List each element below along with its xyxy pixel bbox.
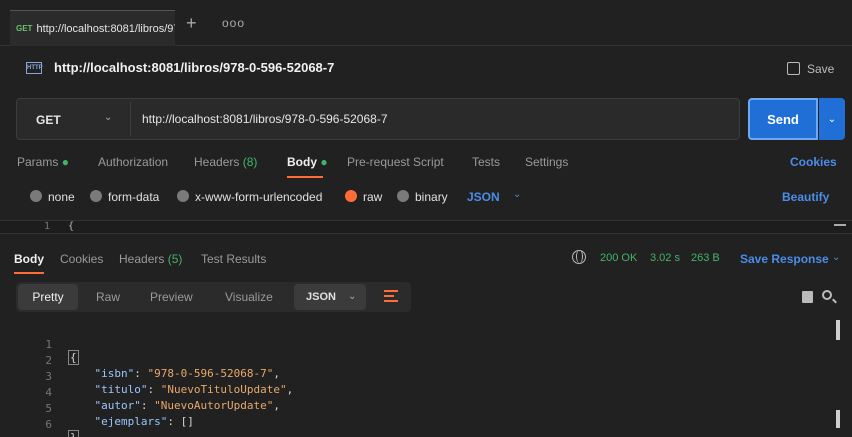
search-icon[interactable] bbox=[822, 290, 832, 300]
active-tab-underline bbox=[287, 176, 323, 178]
format-visualize-button[interactable]: Visualize bbox=[225, 290, 273, 304]
url-input[interactable] bbox=[142, 106, 722, 132]
response-time[interactable]: 3.02 s bbox=[650, 252, 680, 264]
tab-headers[interactable]: Headers (8) bbox=[194, 155, 257, 169]
format-raw-button[interactable]: Raw bbox=[96, 290, 120, 304]
response-tab-body[interactable]: Body bbox=[14, 252, 44, 266]
code-line: 6 } bbox=[0, 405, 800, 437]
response-headers-count: (5) bbox=[167, 252, 183, 266]
format-preview-button[interactable]: Preview bbox=[150, 290, 193, 304]
chevron-down-icon[interactable]: ⌄ bbox=[104, 112, 112, 123]
editor-brace: { bbox=[68, 221, 75, 232]
body-format-select[interactable]: JSON bbox=[467, 190, 500, 204]
http-icon: HTTP bbox=[26, 62, 43, 74]
radio-urlencoded-label[interactable]: x-www-form-urlencoded bbox=[195, 190, 322, 204]
url-divider bbox=[130, 102, 131, 136]
send-button[interactable]: Send bbox=[748, 98, 818, 140]
line-number: 6 bbox=[45, 418, 52, 431]
chevron-down-icon[interactable]: ⌄ bbox=[348, 291, 356, 302]
code-line: 2 "isbn": "978-0-596-52068-7", bbox=[0, 341, 800, 380]
response-tab-headers[interactable]: Headers (5) bbox=[119, 252, 182, 266]
method-select[interactable]: GET bbox=[36, 113, 61, 127]
beautify-button[interactable]: Beautify bbox=[782, 190, 829, 204]
radio-binary-label[interactable]: binary bbox=[415, 190, 448, 204]
radio-form-data[interactable] bbox=[90, 190, 102, 202]
save-response-button[interactable]: Save Response bbox=[740, 252, 829, 266]
tab-params-label: Params bbox=[17, 155, 59, 169]
response-tab-test-results[interactable]: Test Results bbox=[201, 252, 266, 266]
code-line: 5 "ejemplars": [] bbox=[0, 389, 800, 428]
chevron-down-icon[interactable]: ⌄ bbox=[832, 252, 840, 263]
new-tab-icon[interactable]: + bbox=[186, 14, 197, 32]
tab-params[interactable]: Params ● bbox=[17, 155, 69, 169]
tab-settings[interactable]: Settings bbox=[525, 155, 568, 169]
tab-authorization[interactable]: Authorization bbox=[98, 155, 168, 169]
code-line: 4 "autor": "NuevoAutorUpdate", bbox=[0, 373, 800, 412]
code-line: 3 "titulo": "NuevoTituloUpdate", bbox=[0, 357, 800, 396]
request-body-editor[interactable] bbox=[0, 220, 852, 234]
radio-form-data-label[interactable]: form-data bbox=[108, 190, 159, 204]
response-tab-underline bbox=[14, 272, 44, 274]
radio-urlencoded[interactable] bbox=[177, 190, 189, 202]
response-size[interactable]: 263 B bbox=[691, 252, 720, 264]
copy-icon[interactable] bbox=[802, 291, 813, 303]
more-tabs-icon[interactable]: ooo bbox=[222, 16, 245, 30]
radio-none[interactable] bbox=[30, 190, 42, 202]
tab-headers-label: Headers bbox=[194, 155, 240, 169]
code-line: 1 { bbox=[0, 325, 800, 365]
body-indicator-icon: ● bbox=[320, 155, 328, 169]
cookies-link[interactable]: Cookies bbox=[790, 155, 837, 169]
headers-count: (8) bbox=[242, 155, 258, 169]
radio-raw[interactable] bbox=[345, 190, 357, 202]
tab-body[interactable]: Body ● bbox=[287, 155, 328, 169]
save-button[interactable]: Save bbox=[807, 62, 834, 76]
send-dropdown-icon[interactable]: ⌄ bbox=[819, 98, 845, 140]
save-icon[interactable] bbox=[787, 62, 800, 75]
json-brace: } bbox=[68, 430, 79, 437]
request-title[interactable]: http://localhost:8081/libros/978-0-596-5… bbox=[54, 60, 334, 75]
tab-body-label: Body bbox=[287, 155, 317, 169]
tab-method: GET bbox=[16, 24, 33, 33]
wrap-lines-icon[interactable] bbox=[384, 290, 398, 302]
tab-tests[interactable]: Tests bbox=[472, 155, 500, 169]
radio-none-label[interactable]: none bbox=[48, 190, 75, 204]
scrollbar-thumb[interactable] bbox=[836, 320, 840, 340]
params-indicator-icon: ● bbox=[61, 155, 69, 169]
resize-handle[interactable] bbox=[834, 224, 846, 226]
tab-name: http://localhost:8081/libros/978-0-596-5… bbox=[36, 22, 175, 35]
globe-icon[interactable] bbox=[572, 250, 586, 264]
radio-binary[interactable] bbox=[397, 190, 409, 202]
status-badge[interactable]: 200 OK bbox=[600, 252, 637, 264]
response-tab-cookies[interactable]: Cookies bbox=[60, 252, 103, 266]
format-pretty-button[interactable]: Pretty bbox=[18, 284, 78, 310]
line-number: 1 bbox=[44, 221, 51, 232]
request-tab[interactable]: GET http://localhost:8081/libros/978-0-5… bbox=[10, 10, 175, 46]
scrollbar-thumb-bottom[interactable] bbox=[836, 410, 840, 428]
response-tab-headers-label: Headers bbox=[119, 252, 165, 266]
chevron-down-icon[interactable]: ⌄ bbox=[513, 189, 521, 200]
radio-raw-label[interactable]: raw bbox=[363, 190, 382, 204]
tab-pre-request-script[interactable]: Pre-request Script bbox=[347, 155, 444, 169]
